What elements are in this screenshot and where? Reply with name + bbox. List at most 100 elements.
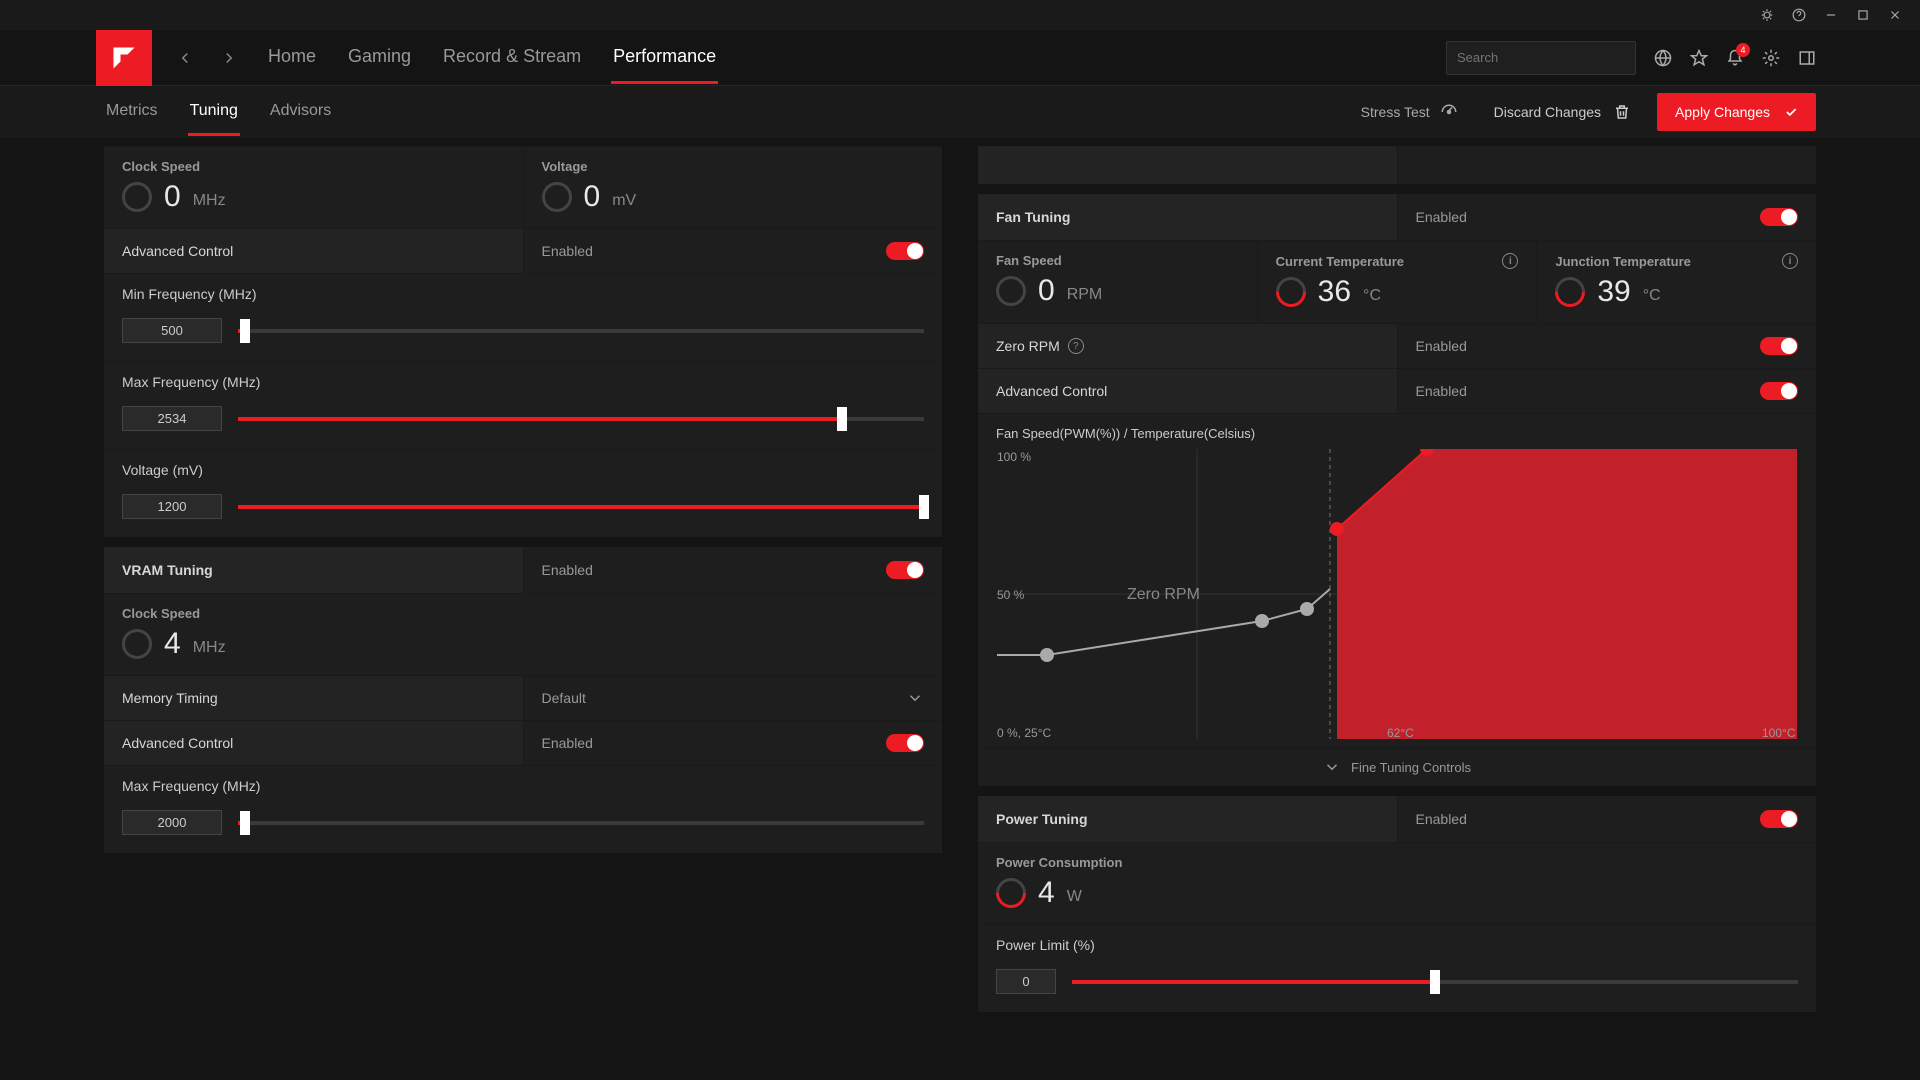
trash-icon xyxy=(1613,103,1631,121)
info-icon[interactable]: i xyxy=(1782,253,1798,269)
enabled-text: Enabled xyxy=(542,735,593,751)
power-limit-input[interactable] xyxy=(996,969,1056,994)
bell-icon[interactable]: 4 xyxy=(1726,49,1744,67)
amd-logo[interactable] xyxy=(96,30,152,86)
fan-tuning-toggle[interactable] xyxy=(1760,208,1798,226)
mem-timing-dropdown[interactable]: Default xyxy=(524,676,943,720)
chevron-down-icon xyxy=(906,689,924,707)
nav-back-button[interactable] xyxy=(168,41,202,75)
window-controls xyxy=(0,0,1920,30)
gauge-icon xyxy=(1269,271,1311,313)
vram-clock-label: Clock Speed xyxy=(122,606,924,621)
vram-clock-value: 4 xyxy=(164,627,181,661)
chevron-down-icon xyxy=(1323,758,1341,776)
star-icon[interactable] xyxy=(1690,49,1708,67)
junction-temp-value: 39 xyxy=(1597,275,1630,309)
clock-speed-value: 0 xyxy=(164,180,181,214)
power-consumption-value: 4 xyxy=(1038,876,1055,910)
main-tabs: Home Gaming Record & Stream Performance xyxy=(266,32,718,84)
vram-adv-control-toggle[interactable] xyxy=(886,734,924,752)
fine-tuning-toggle[interactable]: Fine Tuning Controls xyxy=(978,747,1816,786)
fan-curve-svg[interactable]: 100 % 50 % 0 %, 25°C 62°C 100°C Zero RPM xyxy=(996,449,1798,739)
power-limit-label: Power Limit (%) xyxy=(996,937,1798,953)
svg-text:0 %, 25°C: 0 %, 25°C xyxy=(997,726,1051,739)
vram-max-freq-label: Max Frequency (MHz) xyxy=(122,778,924,794)
svg-text:100 %: 100 % xyxy=(997,450,1031,464)
power-tuning-label: Power Tuning xyxy=(978,796,1398,842)
junction-temp-label: Junction Temperature xyxy=(1555,254,1691,269)
subtab-advisors[interactable]: Advisors xyxy=(268,89,333,136)
right-column: Fan Tuning Enabled Fan Speed 0 RPM Curre… xyxy=(978,146,1816,1080)
globe-icon[interactable] xyxy=(1654,49,1672,67)
info-icon[interactable]: i xyxy=(1502,253,1518,269)
voltage-mv-slider[interactable] xyxy=(238,505,924,509)
svg-text:Zero RPM: Zero RPM xyxy=(1127,586,1200,603)
fan-speed-value: 0 xyxy=(1038,274,1055,308)
vram-max-freq-slider[interactable] xyxy=(238,821,924,825)
notification-badge: 4 xyxy=(1736,43,1750,57)
gpu-tuning-panel: Clock Speed 0 MHz Voltage 0 mV xyxy=(104,146,942,537)
temp-unit: °C xyxy=(1643,287,1661,305)
fan-adv-control-toggle[interactable] xyxy=(1760,382,1798,400)
max-freq-slider[interactable] xyxy=(238,417,924,421)
vram-max-freq-input[interactable] xyxy=(122,810,222,835)
voltage-unit: mV xyxy=(612,192,636,210)
chart-title: Fan Speed(PWM(%)) / Temperature(Celsius) xyxy=(978,414,1816,449)
enabled-text: Enabled xyxy=(542,562,593,578)
subheader: Metrics Tuning Advisors Stress Test Disc… xyxy=(0,86,1920,138)
tab-record[interactable]: Record & Stream xyxy=(441,32,583,84)
nav-forward-button[interactable] xyxy=(212,41,246,75)
svg-text:50 %: 50 % xyxy=(997,588,1025,602)
info-icon[interactable]: ? xyxy=(1068,338,1084,354)
vram-tuning-toggle[interactable] xyxy=(886,561,924,579)
max-freq-input[interactable] xyxy=(122,406,222,431)
tab-home[interactable]: Home xyxy=(266,32,318,84)
adv-control-toggle[interactable] xyxy=(886,242,924,260)
max-freq-label: Max Frequency (MHz) xyxy=(122,374,924,390)
maximize-icon[interactable] xyxy=(1856,8,1870,22)
power-consumption-unit: W xyxy=(1067,888,1082,906)
enabled-text: Enabled xyxy=(1416,383,1467,399)
clock-speed-label: Clock Speed xyxy=(122,159,505,174)
fan-speed-label: Fan Speed xyxy=(996,253,1239,268)
discard-button[interactable]: Discard Changes xyxy=(1480,95,1645,129)
subtab-metrics[interactable]: Metrics xyxy=(104,89,160,136)
apply-label: Apply Changes xyxy=(1675,104,1770,120)
close-icon[interactable] xyxy=(1888,8,1902,22)
voltage-mv-input[interactable] xyxy=(122,494,222,519)
enabled-text: Enabled xyxy=(1416,338,1467,354)
bug-icon[interactable] xyxy=(1760,8,1774,22)
min-freq-input[interactable] xyxy=(122,318,222,343)
search-input[interactable] xyxy=(1457,50,1633,65)
vram-tuning-label: VRAM Tuning xyxy=(104,547,524,593)
stress-test-button[interactable]: Stress Test xyxy=(1351,95,1468,129)
vram-clock-unit: MHz xyxy=(193,639,226,657)
gauge-icon xyxy=(1440,103,1458,121)
gauge-icon xyxy=(990,872,1032,914)
gear-icon[interactable] xyxy=(1762,49,1780,67)
help-icon[interactable] xyxy=(1792,8,1806,22)
apply-button[interactable]: Apply Changes xyxy=(1657,93,1816,131)
fan-speed-unit: RPM xyxy=(1067,286,1103,304)
panel-icon[interactable] xyxy=(1798,49,1816,67)
zero-rpm-toggle[interactable] xyxy=(1760,337,1798,355)
clock-speed-unit: MHz xyxy=(193,192,226,210)
tab-gaming[interactable]: Gaming xyxy=(346,32,413,84)
tab-performance[interactable]: Performance xyxy=(611,32,718,84)
minimize-icon[interactable] xyxy=(1824,8,1838,22)
mem-timing-label: Memory Timing xyxy=(104,676,524,720)
min-freq-slider[interactable] xyxy=(238,329,924,333)
search-box[interactable] xyxy=(1446,41,1636,75)
collapsed-panel xyxy=(978,146,1816,184)
fine-tuning-label: Fine Tuning Controls xyxy=(1351,760,1471,775)
subtab-tuning[interactable]: Tuning xyxy=(188,89,240,136)
gauge-icon xyxy=(996,276,1026,306)
power-tuning-toggle[interactable] xyxy=(1760,810,1798,828)
fan-tuning-label: Fan Tuning xyxy=(978,194,1398,240)
discard-label: Discard Changes xyxy=(1494,104,1601,120)
power-limit-slider[interactable] xyxy=(1072,980,1798,984)
gauge-icon xyxy=(122,182,152,212)
enabled-text: Enabled xyxy=(1416,811,1467,827)
enabled-text: Enabled xyxy=(1416,209,1467,225)
voltage-value: 0 xyxy=(584,180,601,214)
